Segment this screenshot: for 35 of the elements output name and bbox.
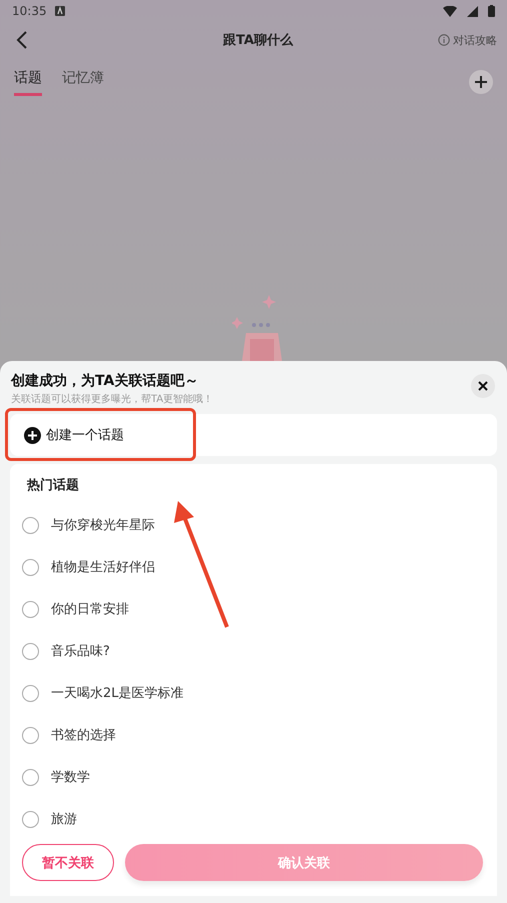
topic-option[interactable]: 书签的选择	[22, 714, 485, 756]
skip-button[interactable]: 暂不关联	[22, 844, 114, 881]
tab[interactable]: 记忆簿	[62, 68, 104, 96]
section-title: 热门话题	[26, 476, 80, 495]
guide-link[interactable]: 对话攻略	[438, 32, 497, 48]
radio-button[interactable]	[22, 726, 39, 744]
signal-icon	[467, 6, 478, 16]
topic-option[interactable]: 旅游	[22, 798, 485, 840]
close-icon[interactable]	[471, 374, 495, 398]
topic-option[interactable]: 与你穿梭光年星际	[22, 504, 485, 546]
tab[interactable]: 话题	[14, 68, 42, 96]
radio-button[interactable]	[22, 684, 39, 702]
add-icon	[24, 426, 41, 444]
radio-button[interactable]	[22, 768, 39, 786]
topic-option[interactable]: 一天喝水2L是医学标准	[22, 672, 485, 714]
page-title: 跟TA聊什么	[222, 32, 294, 49]
radio-button[interactable]	[22, 600, 39, 618]
notification-icon	[54, 6, 65, 16]
radio-button[interactable]	[22, 516, 39, 534]
radio-button[interactable]	[22, 558, 39, 576]
add-icon[interactable]	[469, 70, 493, 94]
create-topic-button[interactable]: 创建一个话题	[10, 414, 497, 456]
radio-button[interactable]	[22, 810, 39, 828]
topic-option[interactable]: 植物是生活好伴侣	[22, 546, 485, 588]
topic-option[interactable]: 音乐品味?	[22, 630, 485, 672]
back-icon[interactable]	[16, 30, 28, 50]
status-time: 10:35	[12, 4, 47, 18]
sheet-title: 创建成功，为TA关联话题吧～	[11, 372, 200, 390]
sheet-subtitle: 关联话题可以获得更多曝光，帮TA更智能哦！	[11, 392, 214, 406]
topic-option[interactable]: 学数学	[22, 756, 485, 798]
topic-option[interactable]: 你的日常安排	[22, 588, 485, 630]
info-icon	[438, 34, 450, 46]
battery-icon	[488, 5, 495, 17]
wifi-icon	[443, 6, 457, 16]
radio-button[interactable]	[22, 642, 39, 660]
